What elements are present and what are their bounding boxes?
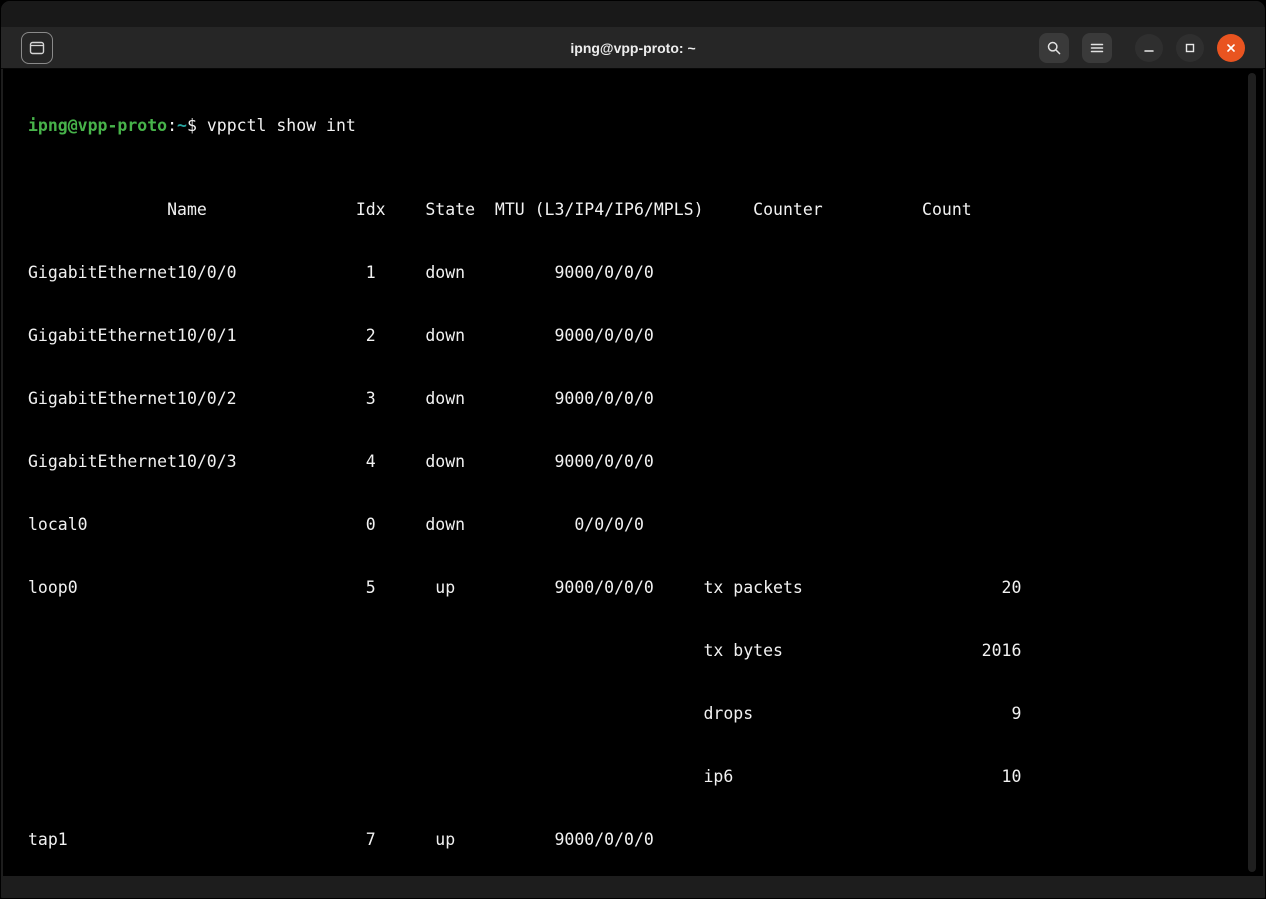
prompt-colon: : bbox=[167, 116, 177, 135]
search-icon bbox=[1046, 40, 1062, 56]
search-button[interactable] bbox=[1039, 33, 1069, 63]
minimize-icon bbox=[1142, 41, 1156, 55]
prompt-path: ~ bbox=[177, 116, 187, 135]
terminal-line: tap1 7 up 9000/0/0/0 bbox=[28, 829, 1263, 850]
terminal-screen: ipng@vpp-proto:~$ vppctl show int Name I… bbox=[3, 69, 1263, 876]
scrollbar-thumb[interactable] bbox=[1248, 73, 1256, 872]
headerbar-controls bbox=[1039, 33, 1245, 63]
terminal-line: local0 0 down 0/0/0/0 bbox=[28, 514, 1263, 535]
new-tab-button[interactable] bbox=[21, 32, 53, 64]
terminal-line: loop0 5 up 9000/0/0/0 tx packets 20 bbox=[28, 577, 1263, 598]
terminal-line: GigabitEthernet10/0/1 2 down 9000/0/0/0 bbox=[28, 325, 1263, 346]
maximize-button[interactable] bbox=[1176, 34, 1204, 62]
scrollbar[interactable] bbox=[1243, 71, 1261, 874]
terminal-line: Name Idx State MTU (L3/IP4/IP6/MPLS) Cou… bbox=[28, 199, 1263, 220]
close-button[interactable] bbox=[1217, 34, 1245, 62]
terminal-line: tx bytes 2016 bbox=[28, 640, 1263, 661]
command-text: vppctl show int bbox=[207, 116, 356, 135]
prompt-dollar: $ bbox=[187, 116, 207, 135]
minimize-button[interactable] bbox=[1135, 34, 1163, 62]
maximize-icon bbox=[1183, 41, 1197, 55]
terminal-line: GigabitEthernet10/0/2 3 down 9000/0/0/0 bbox=[28, 388, 1263, 409]
terminal-viewport[interactable]: ipng@vpp-proto:~$ vppctl show int Name I… bbox=[3, 69, 1263, 876]
prompt-command-line: ipng@vpp-proto:~$ vppctl show int bbox=[28, 115, 1263, 136]
hamburger-menu-icon bbox=[1089, 40, 1105, 56]
terminal-line: GigabitEthernet10/0/3 4 down 9000/0/0/0 bbox=[28, 451, 1263, 472]
menu-button[interactable] bbox=[1082, 33, 1112, 63]
close-icon bbox=[1224, 41, 1238, 55]
titlebar[interactable]: ipng@vpp-proto: ~ bbox=[1, 27, 1265, 69]
terminal-window: ipng@vpp-proto: ~ bbox=[0, 0, 1266, 899]
prompt-user-host: ipng@vpp-proto bbox=[28, 116, 167, 135]
window-title: ipng@vpp-proto: ~ bbox=[570, 40, 695, 56]
new-window-icon bbox=[28, 39, 46, 57]
terminal-line: drops 9 bbox=[28, 703, 1263, 724]
window-top-edge bbox=[1, 1, 1265, 27]
terminal-line: ip6 10 bbox=[28, 766, 1263, 787]
terminal-line: GigabitEthernet10/0/0 1 down 9000/0/0/0 bbox=[28, 262, 1263, 283]
